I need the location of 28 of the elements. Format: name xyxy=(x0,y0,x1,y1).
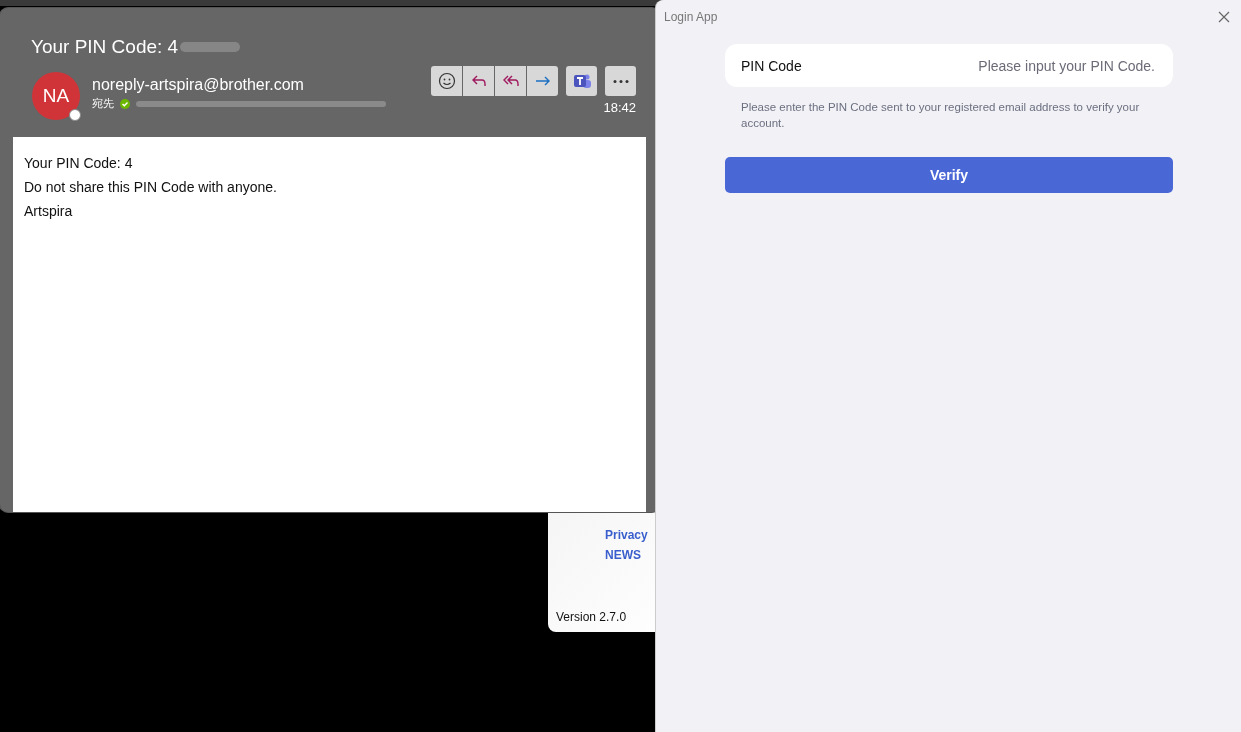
hint-text: Please enter the PIN Code sent to your registered email address to verify your account. xyxy=(741,100,1141,131)
pin-code-field[interactable]: Please input your PIN Code. xyxy=(933,56,1157,75)
email-subject: Your PIN Code: 4 xyxy=(31,36,179,58)
footer-link[interactable]: Privacy xyxy=(605,528,648,542)
window-title: Login App xyxy=(664,10,718,24)
redaction-blur xyxy=(180,40,241,54)
email-time: 18:42 xyxy=(603,100,636,115)
reply-button[interactable] xyxy=(463,66,494,96)
email-body-line: Do not share this PIN Code with anyone. xyxy=(24,179,278,195)
smiley-icon xyxy=(437,72,456,90)
more-icon xyxy=(612,79,629,83)
close-icon[interactable] xyxy=(1218,11,1230,23)
forward-button[interactable] xyxy=(527,66,558,96)
footer-link[interactable]: NEWS xyxy=(605,548,641,562)
avatar: NA xyxy=(32,72,80,120)
teams-button[interactable] xyxy=(566,66,597,96)
more-button[interactable] xyxy=(605,66,636,96)
emoji-button[interactable] xyxy=(431,66,462,96)
email-body-line: Your PIN Code: 4 xyxy=(24,155,134,171)
presence-icon xyxy=(69,109,81,121)
version-text: Version 2.7.0 xyxy=(556,610,627,624)
field-label: PIN Code xyxy=(741,57,802,74)
sender-address: noreply-artspira@brother.com xyxy=(92,76,305,94)
verify-button[interactable]: Verify xyxy=(725,157,1173,193)
reply-all-button[interactable] xyxy=(495,66,526,96)
email-body-line: Artspira xyxy=(24,203,74,219)
check-icon xyxy=(120,98,130,109)
recipient-label: 宛先 xyxy=(92,96,114,111)
